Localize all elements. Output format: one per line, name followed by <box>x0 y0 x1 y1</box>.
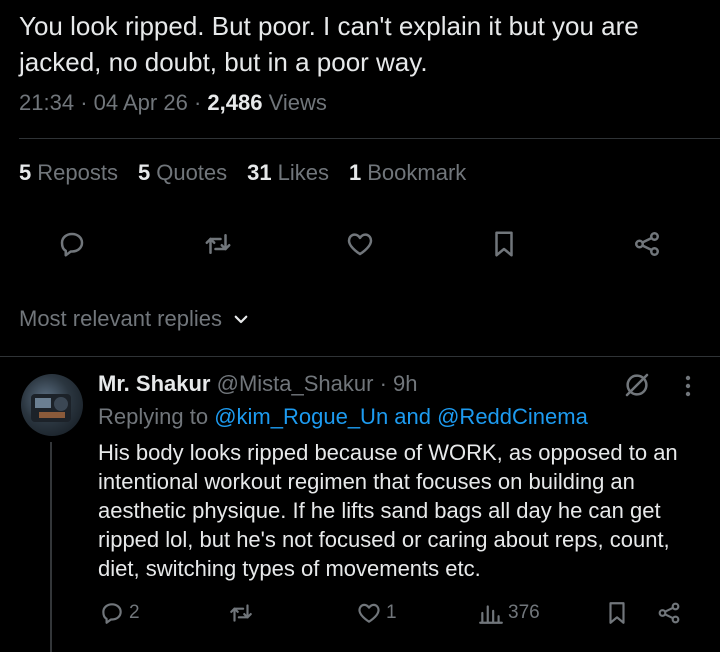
share-button[interactable] <box>627 222 667 266</box>
reply-like-button[interactable]: 1 <box>356 596 397 630</box>
bookmarks-stat[interactable]: 1 Bookmark <box>349 160 466 186</box>
quotes-stat[interactable]: 5 Quotes <box>138 160 227 186</box>
tweet-action-bar <box>0 222 720 268</box>
heart-icon <box>358 603 380 623</box>
reposts-stat[interactable]: 5 Reposts <box>19 160 118 186</box>
reposts-label: Reposts <box>37 160 118 185</box>
avatar[interactable] <box>21 374 83 436</box>
bookmarks-label: Bookmark <box>367 160 467 185</box>
more-options-icon[interactable] <box>676 372 700 400</box>
replies-sort-label: Most relevant replies <box>19 306 222 331</box>
reply-icon <box>60 232 84 257</box>
like-button[interactable] <box>340 222 380 266</box>
grok-icon[interactable] <box>622 370 652 400</box>
quotes-label: Quotes <box>156 160 228 185</box>
reply-author-handle[interactable]: @Mista_Shakur <box>217 371 374 396</box>
tweet-meta: 21:34 · 04 Apr 26 · 2,486 Views <box>19 90 327 116</box>
share-icon <box>635 232 659 256</box>
reply-like-count: 1 <box>386 602 397 623</box>
bookmark-icon <box>495 231 513 257</box>
likes-label: Likes <box>277 160 329 185</box>
reply-views-count: 376 <box>508 602 540 623</box>
separator-dot: · <box>80 90 94 115</box>
reply-icon <box>102 603 122 624</box>
views-label: Views <box>268 90 327 115</box>
quotes-count: 5 <box>137 160 151 185</box>
reply-text: His body looks ripped because of WORK, a… <box>98 440 678 581</box>
replying-targets[interactable]: @kim_Rogue_Un and @ReddCinema <box>214 404 588 429</box>
replying-to: Replying to @kim_Rogue_Un and @ReddCinem… <box>98 404 588 430</box>
reply-share-button[interactable] <box>656 596 682 630</box>
reply-button[interactable] <box>52 222 92 266</box>
repost-icon <box>205 234 231 254</box>
separator-dot: · <box>193 90 208 115</box>
separator-dot: · <box>379 371 394 396</box>
heart-icon <box>347 233 373 256</box>
reply-header: Mr. Shakur @Mista_Shakur · 9h <box>98 371 418 397</box>
reposts-count: 5 <box>19 160 32 185</box>
reply-reply-count: 2 <box>129 602 140 623</box>
replying-prefix: Replying to <box>98 404 209 429</box>
share-icon <box>658 602 680 624</box>
reply-repost-button[interactable] <box>228 596 254 630</box>
views-count: 2,486 <box>207 90 263 115</box>
repost-button[interactable] <box>198 222 238 266</box>
tweet-time[interactable]: 21:34 <box>19 90 74 115</box>
bookmark-icon <box>609 602 625 624</box>
repost-icon <box>230 604 252 622</box>
divider <box>0 356 720 357</box>
reply-reply-button[interactable]: 2 <box>99 596 140 630</box>
tweet-text: You look ripped. But poor. I can't expla… <box>19 11 639 77</box>
thread-line <box>50 442 52 652</box>
likes-count: 31 <box>247 160 272 185</box>
reply-time[interactable]: 9h <box>393 371 417 396</box>
tweet-stats: 5 Reposts 5 Quotes 31 Likes 1 Bookmark <box>19 160 466 186</box>
reply-author-name[interactable]: Mr. Shakur <box>98 371 210 396</box>
reply-views-button[interactable]: 376 <box>478 596 540 630</box>
bookmarks-count: 1 <box>349 160 362 185</box>
replies-sort-dropdown[interactable]: Most relevant replies <box>19 306 250 332</box>
divider <box>19 138 720 139</box>
bookmark-button[interactable] <box>484 222 524 266</box>
likes-stat[interactable]: 31 Likes <box>247 160 329 186</box>
analytics-icon <box>479 605 503 624</box>
chevron-down-icon <box>234 315 248 324</box>
reply-bookmark-button[interactable] <box>604 596 630 630</box>
tweet-date[interactable]: 04 Apr 26 <box>94 90 188 115</box>
avatar-image <box>31 394 71 422</box>
